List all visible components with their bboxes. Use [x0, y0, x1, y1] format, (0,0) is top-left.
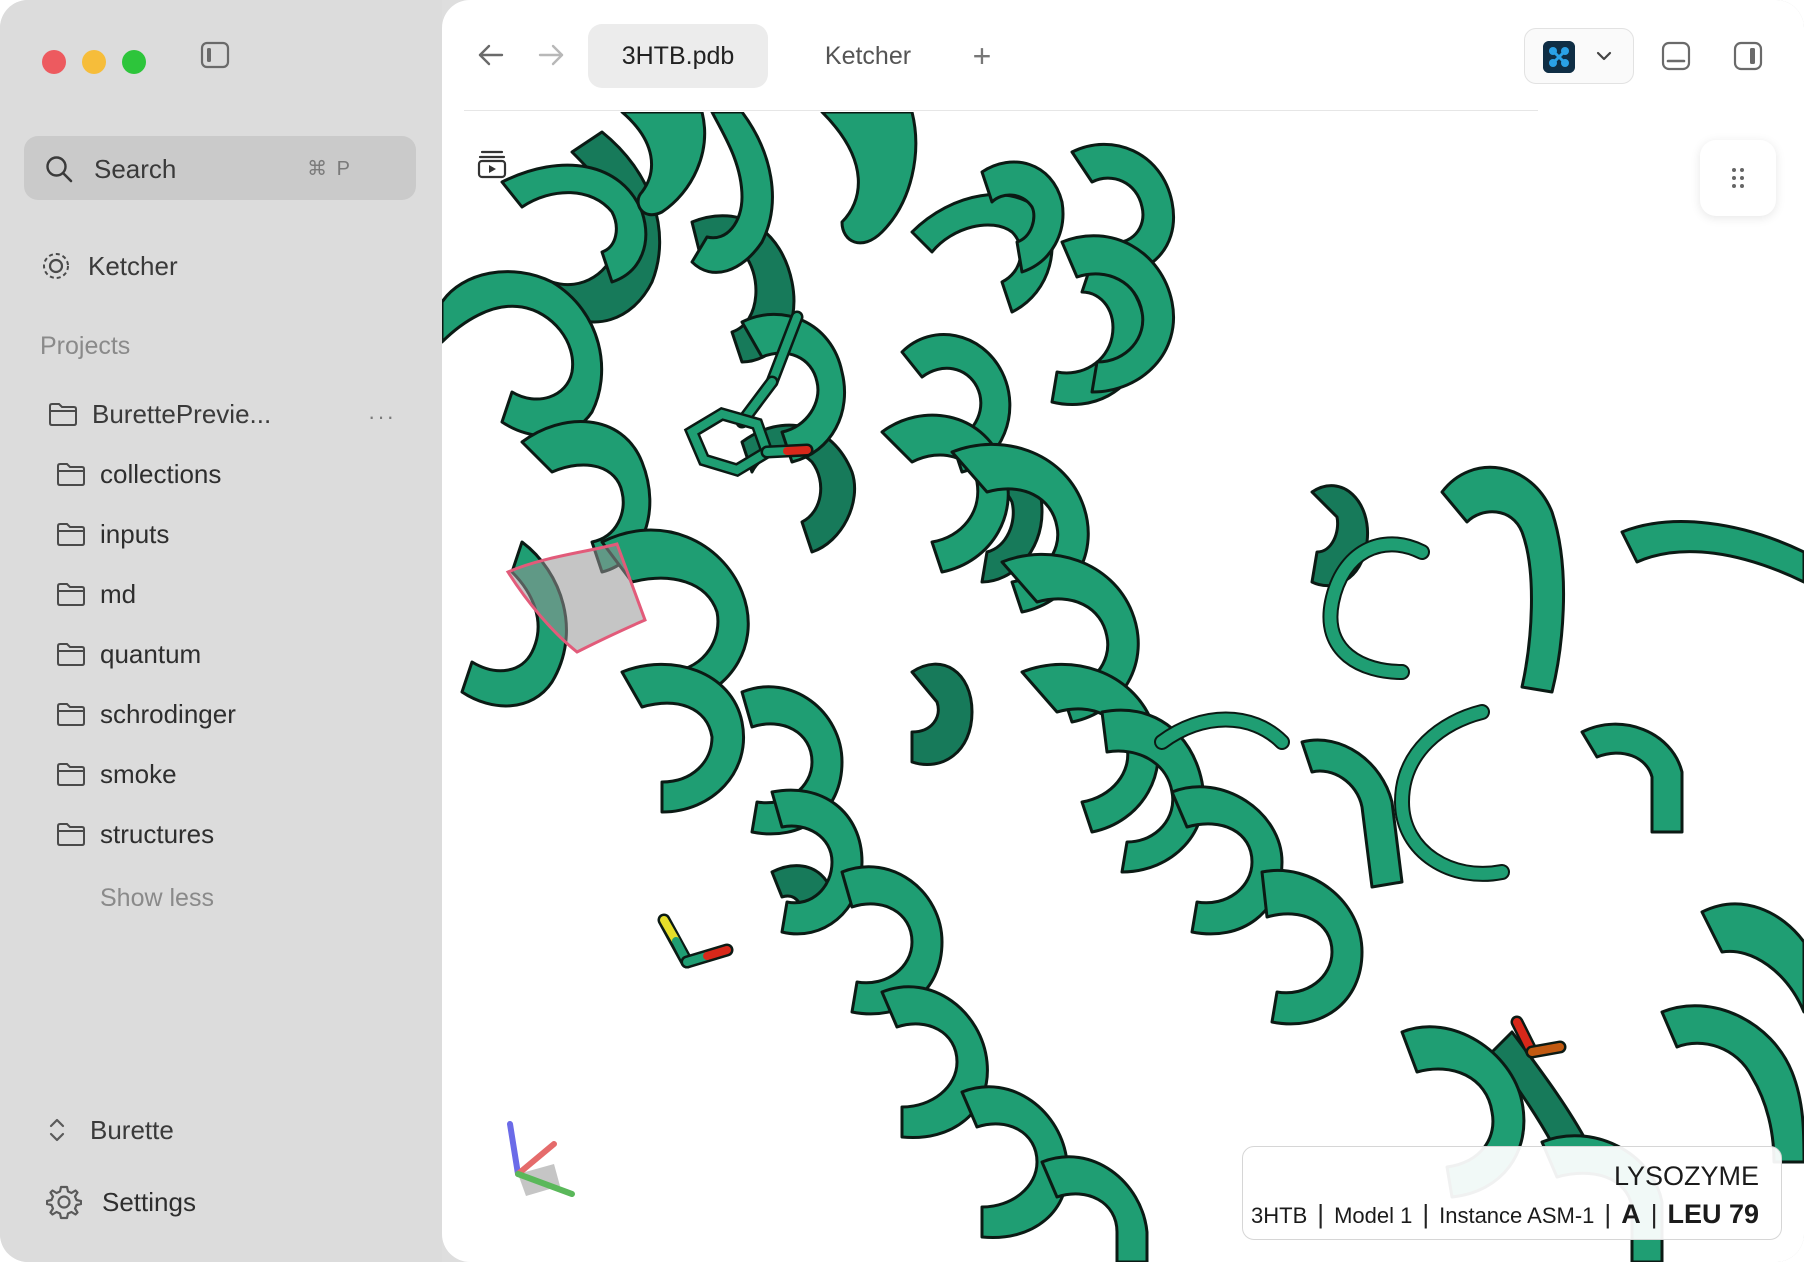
workspace-label: Burette: [90, 1114, 174, 1145]
projects-heading: Projects: [40, 332, 131, 360]
folder-icon: [57, 643, 85, 666]
folder-icon: [57, 763, 85, 786]
grip-dots-icon: [1732, 168, 1744, 188]
structure-viewport[interactable]: [442, 112, 1804, 1262]
folder-item[interactable]: inputs: [56, 514, 169, 554]
folder-icon: [57, 823, 85, 846]
molecule-name: LYSOZYME: [1613, 1161, 1759, 1191]
folder-label: quantum: [100, 638, 202, 669]
pdb-id: 3HTB: [1251, 1203, 1308, 1228]
axes-orientation-icon: [507, 1121, 575, 1197]
folder-label: smoke: [100, 758, 177, 789]
search-shortcut: ⌘ P: [307, 158, 352, 180]
separator: |: [1650, 1199, 1658, 1229]
molstar-logo-icon: [1543, 41, 1575, 73]
toolbar-divider: [464, 110, 1538, 111]
folder-icon: [49, 403, 77, 426]
toggle-right-panel-icon[interactable]: [1732, 40, 1764, 72]
project-name: BurettePrevie...: [92, 398, 272, 429]
tab-3htb[interactable]: 3HTB.pdb: [588, 24, 768, 88]
search-label: Search: [94, 154, 177, 184]
folder-label: schrodinger: [100, 698, 236, 729]
viewer-select[interactable]: [1524, 28, 1634, 84]
sidebar-item-label: Ketcher: [88, 250, 178, 281]
structure-info-panel: LYSOZYME 3HTB | Model 1 | Instance ASM-1…: [1242, 1146, 1782, 1240]
gear-icon: [46, 1185, 82, 1220]
project-item[interactable]: BurettePrevie...: [48, 394, 271, 434]
folder-item[interactable]: structures: [56, 814, 214, 854]
selection-info: 3HTB | Model 1 | Instance ASM-1 | A | LE…: [1251, 1199, 1759, 1230]
zoom-window-button[interactable]: [122, 50, 146, 74]
toggle-bottom-panel-icon[interactable]: [1660, 40, 1692, 72]
sidebar-toggle-icon[interactable]: [200, 40, 230, 70]
minimize-window-button[interactable]: [82, 50, 106, 74]
search-icon: [46, 156, 73, 183]
forward-arrow-icon[interactable]: [536, 40, 566, 70]
settings-button[interactable]: Settings: [46, 1182, 196, 1222]
folder-label: structures: [100, 818, 215, 849]
app-window: Search ⌘ P Ketcher Projects BurettePrevi…: [0, 0, 1804, 1262]
folder-label: md: [100, 578, 137, 609]
chevron-down-icon: [1596, 51, 1612, 61]
chevron-up-down-icon: [49, 1118, 65, 1142]
workspace-switcher[interactable]: Burette: [48, 1110, 174, 1150]
folder-icon: [57, 463, 85, 486]
separator: |: [1422, 1199, 1430, 1229]
folder-item[interactable]: collections: [56, 454, 221, 494]
folder-item[interactable]: schrodinger: [56, 694, 236, 734]
drag-handle-button[interactable]: [1700, 140, 1776, 216]
settings-label: Settings: [102, 1186, 196, 1217]
folder-icon: [57, 583, 85, 606]
main-panel: 3HTB.pdb Ketcher + LYSOZYME 3HTB | Model…: [442, 0, 1804, 1262]
residue-label: LEU 79: [1667, 1199, 1759, 1229]
add-tab-button[interactable]: +: [962, 36, 1002, 76]
folder-item[interactable]: md: [56, 574, 136, 614]
model-label: Model 1: [1334, 1203, 1413, 1228]
chain-label: A: [1621, 1199, 1641, 1229]
folder-item[interactable]: smoke: [56, 754, 177, 794]
show-less-link[interactable]: Show less: [100, 884, 214, 913]
search-input[interactable]: Search ⌘ P: [24, 136, 416, 200]
close-window-button[interactable]: [42, 50, 66, 74]
folder-icon: [57, 703, 85, 726]
back-arrow-icon[interactable]: [476, 40, 506, 70]
folder-label: collections: [100, 458, 222, 489]
folder-item[interactable]: quantum: [56, 634, 201, 674]
separator: |: [1317, 1199, 1325, 1229]
tab-ketcher[interactable]: Ketcher: [788, 24, 948, 88]
folder-label: inputs: [100, 518, 170, 549]
more-options-icon[interactable]: ···: [368, 404, 396, 430]
folder-icon: [57, 523, 85, 546]
instance-label: Instance ASM-1: [1439, 1203, 1595, 1228]
snapshots-icon[interactable]: [476, 148, 508, 180]
sidebar: Search ⌘ P Ketcher Projects BurettePrevi…: [0, 0, 442, 1262]
ketcher-icon: [43, 253, 69, 279]
separator: |: [1604, 1199, 1612, 1229]
protein-cartoon[interactable]: [442, 112, 1804, 1262]
sidebar-item-ketcher[interactable]: Ketcher: [40, 246, 178, 286]
toolbar: 3HTB.pdb Ketcher +: [442, 0, 1804, 110]
